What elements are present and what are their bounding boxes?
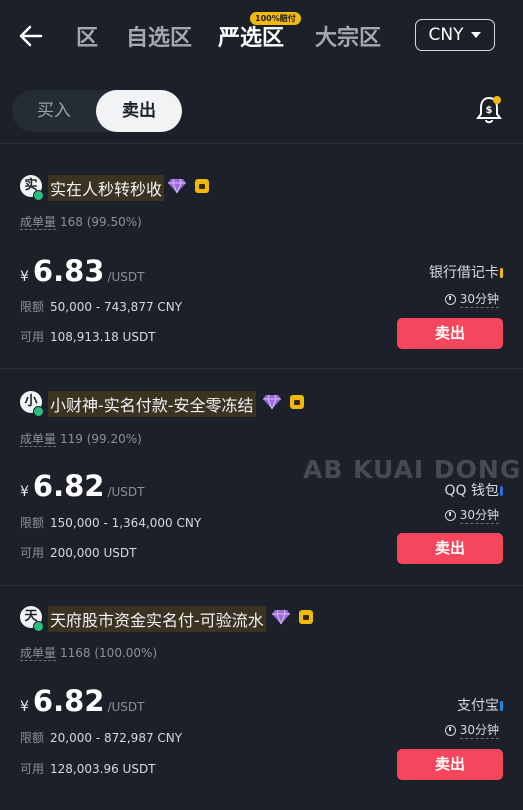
top-bar: 社区 自选区 严选区 100%赔付 大宗区 CNY	[0, 0, 523, 72]
tab-community[interactable]: 社区	[76, 20, 104, 52]
available-value: 200,000 USDT	[50, 546, 137, 560]
available-label: 可用	[20, 762, 45, 776]
payment-time: 30分钟	[444, 721, 499, 739]
completed-orders: 成单量 1168 (100.00%)	[20, 644, 157, 661]
currency-select[interactable]: CNY	[415, 19, 495, 51]
currency-symbol: ¥	[20, 699, 29, 715]
divider	[0, 368, 523, 369]
available-value: 128,003.96 USDT	[50, 762, 156, 776]
clock-icon	[444, 293, 456, 305]
available-row: 可用 128,003.96 USDT	[20, 760, 156, 777]
payment-color-bar	[500, 701, 503, 711]
price-unit: /USDT	[107, 485, 145, 499]
price: 6.82	[32, 469, 105, 503]
currency-symbol: ¥	[20, 269, 29, 285]
diamond-icon	[272, 609, 290, 625]
online-status-dot	[33, 406, 44, 417]
buy-sell-toggle: 买入 卖出	[12, 90, 182, 132]
merchant-name[interactable]: 天府股市资金实名付-可验流水	[48, 606, 266, 632]
chevron-down-icon	[471, 32, 482, 38]
clock-icon	[444, 509, 456, 521]
back-arrow-icon[interactable]	[18, 22, 44, 50]
limit-label: 限额	[20, 516, 45, 530]
notification-bell-icon[interactable]: $	[474, 94, 504, 126]
completed-orders: 成单量 119 (99.20%)	[20, 430, 142, 447]
orders-label: 成单量	[20, 432, 57, 447]
buy-tab[interactable]: 买入	[12, 90, 96, 132]
clock-icon	[444, 724, 456, 736]
payment-color-bar	[500, 268, 503, 278]
price: 6.83	[32, 254, 105, 288]
currency-symbol: ¥	[20, 484, 29, 500]
lock-icon	[299, 610, 313, 624]
available-label: 可用	[20, 330, 45, 344]
ad-card: 小 小财神-实名付款-安全零冻结 成单量 119 (99.20%) ¥6.82/U…	[0, 375, 523, 595]
price-row: ¥6.82/USDT	[20, 469, 145, 503]
payment-color-bar	[500, 486, 503, 496]
lock-icon	[195, 179, 209, 193]
diamond-icon	[263, 394, 281, 410]
orders-label: 成单量	[20, 646, 57, 661]
limit-row: 限额 150,000 - 1,364,000 CNY	[20, 514, 201, 531]
guarantee-badge: 100%赔付	[250, 12, 301, 25]
orders-label: 成单量	[20, 215, 57, 230]
price-row: ¥6.82/USDT	[20, 684, 145, 718]
payment-method: 银行借记卡	[429, 265, 499, 281]
sell-button[interactable]: 卖出	[397, 533, 503, 564]
payment-method: 支付宝	[457, 698, 499, 714]
limit-row: 限额 20,000 - 872,987 CNY	[20, 729, 182, 746]
tab-favorites[interactable]: 自选区	[126, 20, 192, 52]
merchant-name[interactable]: 小财神-实名付款-安全零冻结	[48, 391, 256, 417]
completed-orders: 成单量 168 (99.50%)	[20, 213, 142, 230]
payment-time: 30分钟	[444, 506, 499, 524]
price-unit: /USDT	[107, 700, 145, 714]
available-row: 可用 200,000 USDT	[20, 544, 136, 561]
ad-card: 天 天府股市资金实名付-可验流水 成单量 1168 (100.00%) ¥6.82…	[0, 590, 523, 810]
price-row: ¥6.83/USDT	[20, 254, 145, 288]
currency-value: CNY	[428, 25, 464, 45]
merchant-name[interactable]: 实在人秒转秒收	[48, 175, 165, 201]
limit-row: 限额 50,000 - 743,877 CNY	[20, 298, 182, 315]
divider	[0, 585, 523, 586]
tab-bulk[interactable]: 大宗区	[315, 20, 381, 52]
sell-button[interactable]: 卖出	[397, 749, 503, 780]
divider	[0, 143, 523, 144]
available-row: 可用 108,913.18 USDT	[20, 328, 156, 345]
orders-value: 119 (99.20%)	[60, 432, 142, 446]
time-value: 30分钟	[459, 508, 499, 524]
time-value: 30分钟	[459, 292, 499, 308]
limit-value: 150,000 - 1,364,000 CNY	[50, 516, 202, 530]
diamond-icon	[168, 178, 186, 194]
watermark: AB KUAI DONG	[303, 455, 522, 484]
sell-button[interactable]: 卖出	[397, 318, 503, 349]
limit-value: 20,000 - 872,987 CNY	[50, 731, 183, 745]
lock-icon	[290, 395, 304, 409]
limit-value: 50,000 - 743,877 CNY	[50, 300, 183, 314]
svg-text:$: $	[486, 105, 493, 116]
price: 6.82	[32, 684, 105, 718]
orders-value: 1168 (100.00%)	[60, 646, 158, 660]
available-value: 108,913.18 USDT	[50, 330, 156, 344]
orders-value: 168 (99.50%)	[60, 215, 142, 229]
limit-label: 限额	[20, 300, 45, 314]
limit-label: 限额	[20, 731, 45, 745]
online-status-dot	[33, 621, 44, 632]
time-value: 30分钟	[459, 723, 499, 739]
ad-card: 实 实在人秒转秒收 成单量 168 (99.50%) ¥6.83/USDT 限额 5…	[0, 160, 523, 380]
available-label: 可用	[20, 546, 45, 560]
sell-tab[interactable]: 卖出	[96, 90, 182, 132]
price-unit: /USDT	[107, 270, 145, 284]
online-status-dot	[33, 190, 44, 201]
payment-time: 30分钟	[444, 290, 499, 308]
